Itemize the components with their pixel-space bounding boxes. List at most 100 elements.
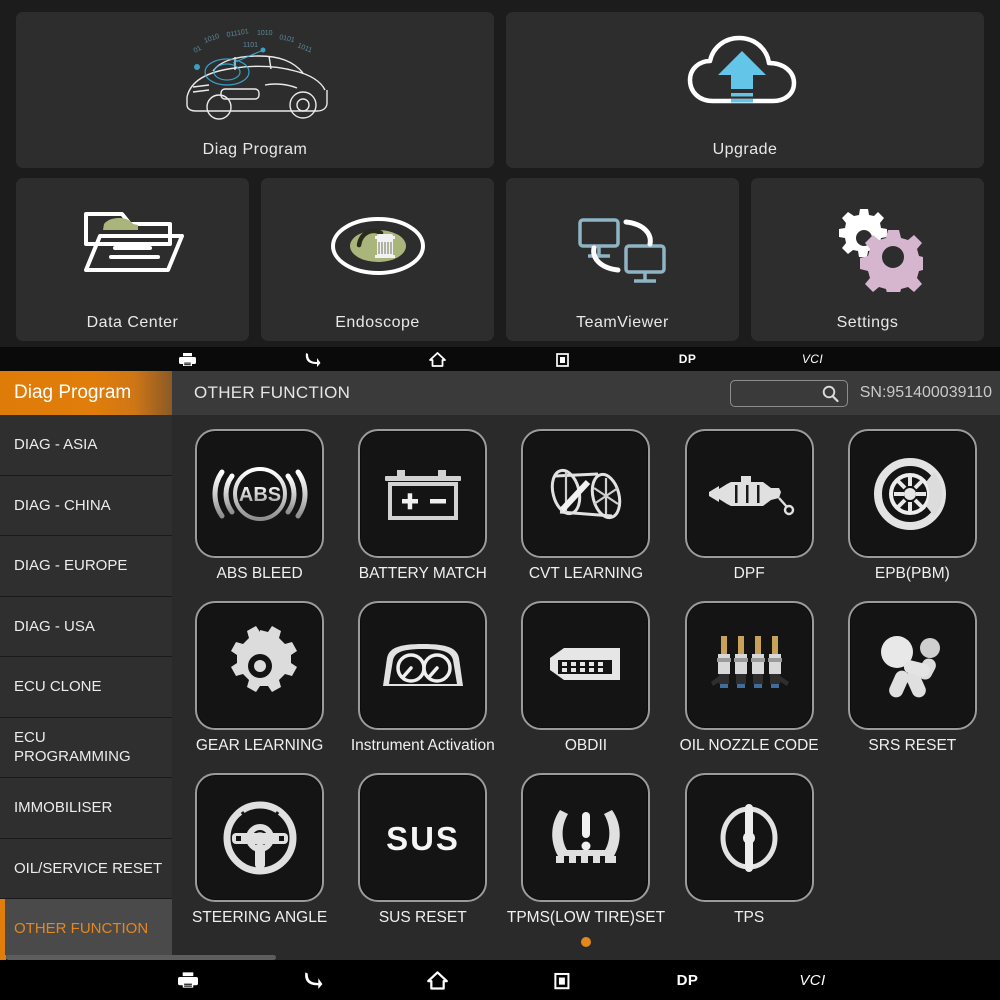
launcher-tile-upgrade[interactable]: Upgrade bbox=[506, 12, 984, 168]
svg-text:1010: 1010 bbox=[257, 30, 273, 37]
function-tile-cvt-learning[interactable]: CVT LEARNING bbox=[504, 423, 667, 595]
sidebar-item-label: DIAG - ASIA bbox=[14, 436, 98, 454]
recent-apps-icon[interactable] bbox=[500, 971, 625, 990]
android-nav-bar-bottom: DP VCI bbox=[0, 960, 1000, 1000]
airbag-dummy-icon bbox=[847, 601, 977, 730]
sidebar-item-label: DIAG - CHINA bbox=[14, 496, 111, 514]
launcher-panel: 1010 011101 1010 0101 1011 01 1101 Diag … bbox=[0, 0, 1000, 347]
throttle-icon bbox=[684, 773, 814, 902]
endoscope-lens-icon bbox=[261, 178, 494, 314]
cloud-upload-icon bbox=[506, 12, 984, 141]
search-icon bbox=[822, 385, 839, 408]
function-tile-label: GEAR LEARNING bbox=[195, 737, 324, 754]
function-tile-label: ABS BLEED bbox=[216, 565, 303, 582]
back-icon[interactable] bbox=[250, 352, 375, 367]
injectors-icon bbox=[684, 601, 814, 730]
function-tile-instrument-activation[interactable]: Instrument Activation bbox=[341, 595, 504, 767]
launcher-tile-settings[interactable]: Settings bbox=[751, 178, 984, 341]
function-tile-steering-angle[interactable]: STEERING ANGLE bbox=[178, 767, 341, 939]
function-tile-label: BATTERY MATCH bbox=[358, 565, 487, 582]
dp-label: DP bbox=[676, 971, 699, 989]
sidebar-item-diag-china[interactable]: DIAG - CHINA bbox=[0, 475, 172, 536]
pagination[interactable] bbox=[172, 934, 1000, 952]
svg-text:0101: 0101 bbox=[279, 34, 296, 44]
launcher-tile-label: Settings bbox=[836, 314, 899, 331]
sidebar-item-ecu-clone[interactable]: ECU CLONE bbox=[0, 657, 172, 718]
print-icon[interactable] bbox=[125, 352, 250, 367]
function-tile-tpms-low-tire-set[interactable]: TPMS(LOW TIRE)SET bbox=[504, 767, 667, 939]
launcher-tile-label: TeamViewer bbox=[576, 314, 669, 331]
android-nav-strip-top: DP VCI bbox=[0, 347, 1000, 371]
gears-icon bbox=[751, 178, 984, 314]
svg-text:01: 01 bbox=[193, 44, 203, 54]
svg-text:1011: 1011 bbox=[296, 42, 313, 54]
svg-text:SUS: SUS bbox=[386, 820, 460, 857]
brake-disc-icon bbox=[847, 429, 977, 558]
app-tab-diag-program[interactable]: Diag Program bbox=[0, 371, 172, 415]
gear-icon bbox=[195, 601, 325, 730]
launcher-tile-data-center[interactable]: Data Center bbox=[16, 178, 249, 341]
dpf-filter-icon bbox=[684, 429, 814, 558]
launcher-tile-label: Upgrade bbox=[712, 141, 778, 158]
search-input[interactable] bbox=[729, 379, 848, 408]
page-title: OTHER FUNCTION bbox=[194, 383, 351, 402]
svg-text:1010: 1010 bbox=[203, 32, 220, 44]
function-tile-srs-reset[interactable]: SRS RESET bbox=[831, 595, 994, 767]
dp-button[interactable]: DP bbox=[625, 352, 750, 366]
launcher-tile-teamviewer[interactable]: TeamViewer bbox=[506, 178, 739, 341]
vci-button[interactable]: VCI bbox=[750, 972, 875, 989]
function-tile-obdii[interactable]: OBDII bbox=[504, 595, 667, 767]
sidebar-item-diag-europe[interactable]: DIAG - EUROPE bbox=[0, 536, 172, 597]
function-tile-label: SUS RESET bbox=[378, 909, 467, 926]
sidebar-item-label: DIAG - EUROPE bbox=[14, 557, 128, 575]
function-tile-oil-nozzle-code[interactable]: OIL NOZZLE CODE bbox=[668, 595, 831, 767]
pagination-dot-active[interactable] bbox=[581, 937, 591, 947]
dp-label: DP bbox=[678, 352, 697, 366]
vci-label: VCI bbox=[801, 352, 824, 366]
sidebar-item-diag-asia[interactable]: DIAG - ASIA bbox=[0, 415, 172, 476]
abs-icon: ABS bbox=[195, 429, 325, 558]
function-tile-gear-learning[interactable]: GEAR LEARNING bbox=[178, 595, 341, 767]
function-tile-label: CVT LEARNING bbox=[528, 565, 644, 582]
print-icon[interactable] bbox=[125, 971, 250, 989]
vci-button[interactable]: VCI bbox=[750, 352, 875, 366]
category-sidebar[interactable]: DIAG - ASIA DIAG - CHINA DIAG - EUROPE D… bbox=[0, 415, 172, 960]
sidebar-item-ecu-programming[interactable]: ECU PROGRAMMING bbox=[0, 717, 172, 778]
back-icon[interactable] bbox=[250, 971, 375, 989]
sidebar-item-label: OIL/SERVICE RESET bbox=[14, 859, 163, 877]
sidebar-item-label: ECU CLONE bbox=[14, 678, 102, 696]
sidebar-item-label: IMMOBILISER bbox=[14, 799, 113, 817]
svg-text:ABS: ABS bbox=[238, 484, 280, 506]
function-tile-epb-pbm[interactable]: EPB(PBM) bbox=[831, 423, 994, 595]
recent-apps-icon[interactable] bbox=[500, 352, 625, 367]
function-tile-label: SRS RESET bbox=[868, 737, 957, 754]
function-tile-label: DPF bbox=[733, 565, 765, 582]
svg-text:1101: 1101 bbox=[243, 42, 258, 49]
sports-car-icon: 1010 011101 1010 0101 1011 01 1101 bbox=[16, 12, 494, 141]
dp-button[interactable]: DP bbox=[625, 972, 750, 989]
home-icon[interactable] bbox=[375, 970, 500, 990]
cvt-pulley-icon bbox=[521, 429, 651, 558]
launcher-tile-endoscope[interactable]: Endoscope bbox=[261, 178, 494, 341]
function-tile-abs-bleed[interactable]: ABS ABS BLEED bbox=[178, 423, 341, 595]
sidebar-item-oil-service-reset[interactable]: OIL/SERVICE RESET bbox=[0, 838, 172, 899]
sus-text-icon: SUS bbox=[358, 773, 488, 902]
function-tile-label: TPMS(LOW TIRE)SET bbox=[506, 909, 666, 926]
serial-number: SN:951400039110 bbox=[859, 384, 992, 401]
function-tile-label: STEERING ANGLE bbox=[191, 909, 328, 926]
function-tile-tps[interactable]: TPS bbox=[668, 767, 831, 939]
function-tile-label: Instrument Activation bbox=[350, 737, 495, 754]
sidebar-item-diag-usa[interactable]: DIAG - USA bbox=[0, 596, 172, 657]
obd-connector-icon bbox=[521, 601, 651, 730]
app-header: Diag Program OTHER FUNCTION SN:951400039… bbox=[0, 371, 1000, 415]
sidebar-item-other-function[interactable]: OTHER FUNCTION bbox=[0, 899, 172, 960]
sidebar-item-immobiliser[interactable]: IMMOBILISER bbox=[0, 778, 172, 839]
folder-car-icon bbox=[16, 178, 249, 314]
launcher-tile-diag-program[interactable]: 1010 011101 1010 0101 1011 01 1101 Diag … bbox=[16, 12, 494, 168]
home-icon[interactable] bbox=[375, 351, 500, 367]
function-tile-sus-reset[interactable]: SUS SUS RESET bbox=[341, 767, 504, 939]
function-grid: ABS ABS BLEED BATTERY MATCH CVT LEARNING… bbox=[178, 423, 994, 939]
launcher-tile-label: Diag Program bbox=[202, 141, 308, 158]
function-tile-battery-match[interactable]: BATTERY MATCH bbox=[341, 423, 504, 595]
function-tile-dpf[interactable]: DPF bbox=[668, 423, 831, 595]
